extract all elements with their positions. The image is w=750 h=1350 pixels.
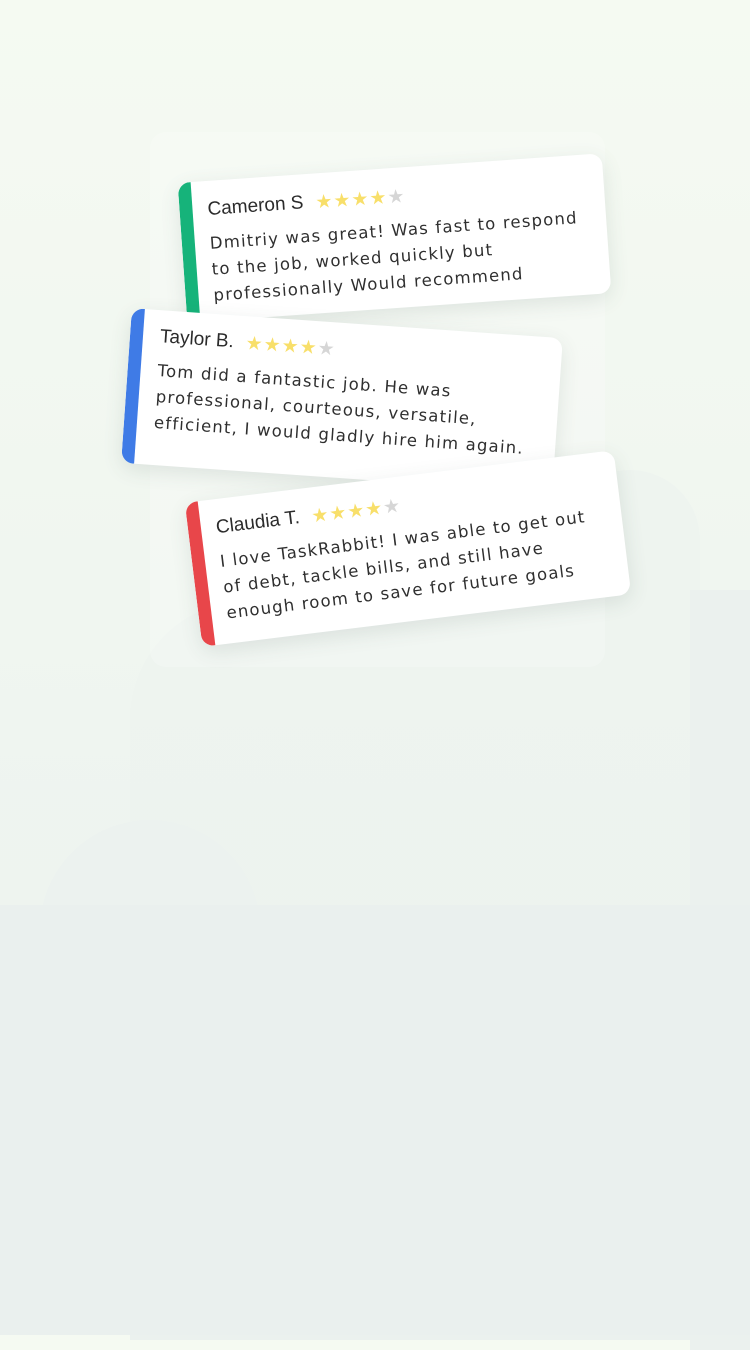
review-text: Tom did a fantastic job. He was professi… (153, 361, 525, 458)
star-filled-icon: ★ (350, 187, 371, 211)
star-filled-icon: ★ (332, 188, 353, 212)
star-filled-icon: ★ (280, 334, 301, 358)
star-filled-icon: ★ (345, 498, 367, 523)
star-filled-icon: ★ (368, 185, 389, 210)
star-empty-icon: ★ (316, 336, 337, 360)
star-empty-icon: ★ (381, 494, 403, 519)
star-filled-icon: ★ (262, 332, 283, 357)
review-accent-bar (121, 308, 145, 464)
star-filled-icon: ★ (298, 335, 319, 359)
background-ground (0, 905, 750, 1335)
star-rating: ★ ★ ★ ★ ★ (244, 331, 337, 360)
star-empty-icon: ★ (386, 184, 407, 208)
star-filled-icon: ★ (310, 502, 331, 527)
star-filled-icon: ★ (244, 331, 265, 355)
review-card: Cameron S ★ ★ ★ ★ ★ Dmitriy was great! Was f… (177, 153, 612, 323)
star-filled-icon: ★ (314, 189, 335, 213)
star-filled-icon: ★ (363, 496, 385, 521)
review-text: Dmitriy was great! Was fast to respond t… (209, 208, 579, 305)
star-filled-icon: ★ (328, 500, 349, 525)
star-rating: ★ ★ ★ ★ ★ (310, 494, 403, 527)
reviewer-name: Claudia T. (214, 507, 301, 539)
star-rating: ★ ★ ★ ★ ★ (314, 184, 407, 213)
reviewer-name: Taylor B. (159, 326, 235, 353)
reviewer-name: Cameron S (206, 192, 305, 220)
